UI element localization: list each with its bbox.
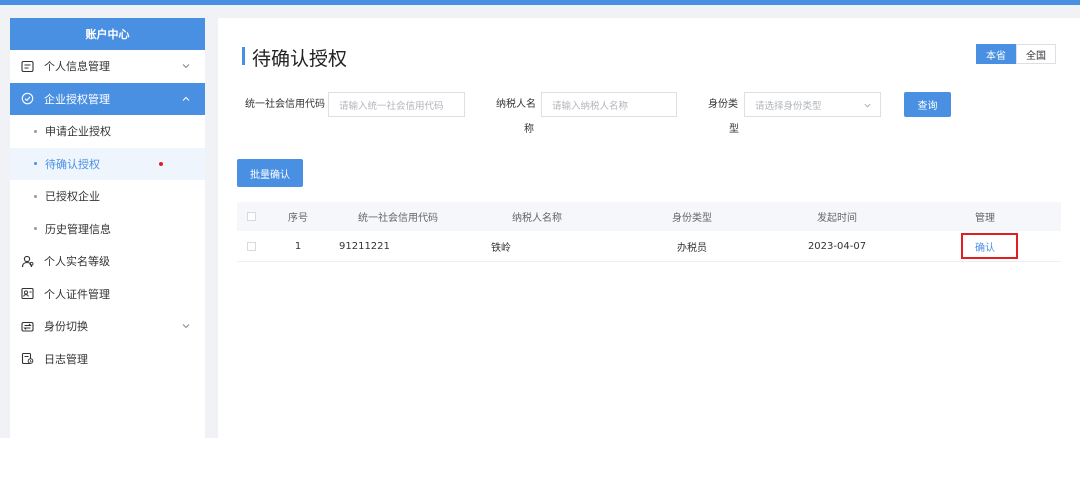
identity-type-placeholder: 请选择身份类型 <box>755 100 822 112</box>
sidebar-item-personal-info[interactable]: 个人信息管理 <box>10 50 205 83</box>
notification-dot <box>159 161 163 166</box>
bullet-dot <box>34 227 37 231</box>
cell-credit-code: 91211221 <box>339 240 390 252</box>
taxpayer-label: 纳税人名 <box>496 99 536 110</box>
log-icon <box>20 352 34 366</box>
scope-toggle: 本省 全国 <box>976 44 1056 64</box>
switch-icon <box>20 319 34 333</box>
identity-type-label: 身份类 <box>708 99 738 110</box>
sidebar-item-certificates[interactable]: 个人证件管理 <box>10 278 205 311</box>
cell-date: 2023-04-07 <box>807 240 867 252</box>
sidebar-subitem-history[interactable]: 历史管理信息 <box>10 213 205 246</box>
select-all-checkbox[interactable] <box>246 212 256 221</box>
scope-national-button[interactable]: 全国 <box>1016 44 1056 64</box>
column-header: 序号 <box>288 213 308 224</box>
sidebar-item-label: 个人信息管理 <box>44 60 110 74</box>
table-header: 序号 统一社会信用代码 纳税人名称 身份类型 发起时间 管理 <box>237 202 1061 231</box>
certificate-icon <box>20 287 34 301</box>
cell-identity: 办税员 <box>677 242 707 254</box>
credit-code-label: 统一社会信用代码 <box>245 99 325 110</box>
sidebar-item-label: 企业授权管理 <box>44 92 110 106</box>
sidebar-subitem-label: 历史管理信息 <box>45 222 111 236</box>
sidebar-header: 账户中心 <box>10 18 205 50</box>
batch-confirm-button[interactable]: 批量确认 <box>237 159 303 187</box>
sidebar-subitem-label: 申请企业授权 <box>45 125 111 139</box>
chevron-down-icon <box>181 61 191 71</box>
sidebar-subitem-label: 已授权企业 <box>45 190 100 204</box>
chevron-down-icon <box>863 101 872 110</box>
title-accent <box>242 47 245 65</box>
main-panel: 待确认授权 本省 全国 统一社会信用代码 请输入统一社会信用代码 纳税人名 称 … <box>218 18 1080 438</box>
sidebar-item-logs[interactable]: 日志管理 <box>10 343 205 376</box>
row-checkbox[interactable] <box>246 241 256 251</box>
cell-index: 1 <box>294 240 302 252</box>
column-header: 统一社会信用代码 <box>358 213 438 224</box>
cell-taxpayer: 铁岭 <box>491 242 511 254</box>
sidebar-item-label: 身份切换 <box>44 320 88 334</box>
page-title: 待确认授权 <box>252 48 348 70</box>
scope-province-button[interactable]: 本省 <box>976 44 1016 64</box>
bullet-dot <box>34 162 37 166</box>
user-icon <box>20 254 34 268</box>
bullet-dot <box>34 194 37 198</box>
id-card-icon <box>20 59 34 73</box>
identity-type-select[interactable]: 请选择身份类型 <box>744 92 881 117</box>
query-button[interactable]: 查询 <box>904 92 951 117</box>
sidebar-item-realname-level[interactable]: 个人实名等级 <box>10 245 205 278</box>
taxpayer-name-input[interactable]: 请输入纳税人名称 <box>541 92 677 117</box>
column-header: 纳税人名称 <box>512 213 562 224</box>
table-row: 1 91211221 铁岭 办税员 2023-04-07 确认 <box>237 231 1061 262</box>
sidebar-subitem-label: 待确认授权 <box>45 157 100 171</box>
sidebar: 账户中心 个人信息管理 企业授权管理 申请企业授权 待确认授权 已授权企业 历史… <box>10 18 205 438</box>
sidebar-item-label: 个人实名等级 <box>44 255 110 269</box>
chevron-up-icon <box>181 94 191 104</box>
sidebar-item-enterprise-auth[interactable]: 企业授权管理 <box>10 82 205 115</box>
sidebar-subitem-pending-auth[interactable]: 待确认授权 <box>10 147 205 180</box>
credit-code-input[interactable]: 请输入统一社会信用代码 <box>328 92 465 117</box>
shield-check-icon <box>20 92 34 106</box>
chevron-down-icon <box>181 321 191 331</box>
identity-type-label-wrap: 型 <box>729 124 739 135</box>
highlight-box <box>961 233 1018 259</box>
sidebar-subitem-authorized[interactable]: 已授权企业 <box>10 180 205 213</box>
sidebar-item-label: 个人证件管理 <box>44 287 110 301</box>
sidebar-subitem-apply-auth[interactable]: 申请企业授权 <box>10 115 205 148</box>
taxpayer-label-wrap: 称 <box>524 124 534 135</box>
column-header: 管理 <box>975 213 995 224</box>
sidebar-item-label: 日志管理 <box>44 352 88 366</box>
sidebar-item-identity-switch[interactable]: 身份切换 <box>10 310 205 343</box>
bullet-dot <box>34 129 37 133</box>
column-header: 身份类型 <box>672 213 712 224</box>
column-header: 发起时间 <box>817 213 857 224</box>
